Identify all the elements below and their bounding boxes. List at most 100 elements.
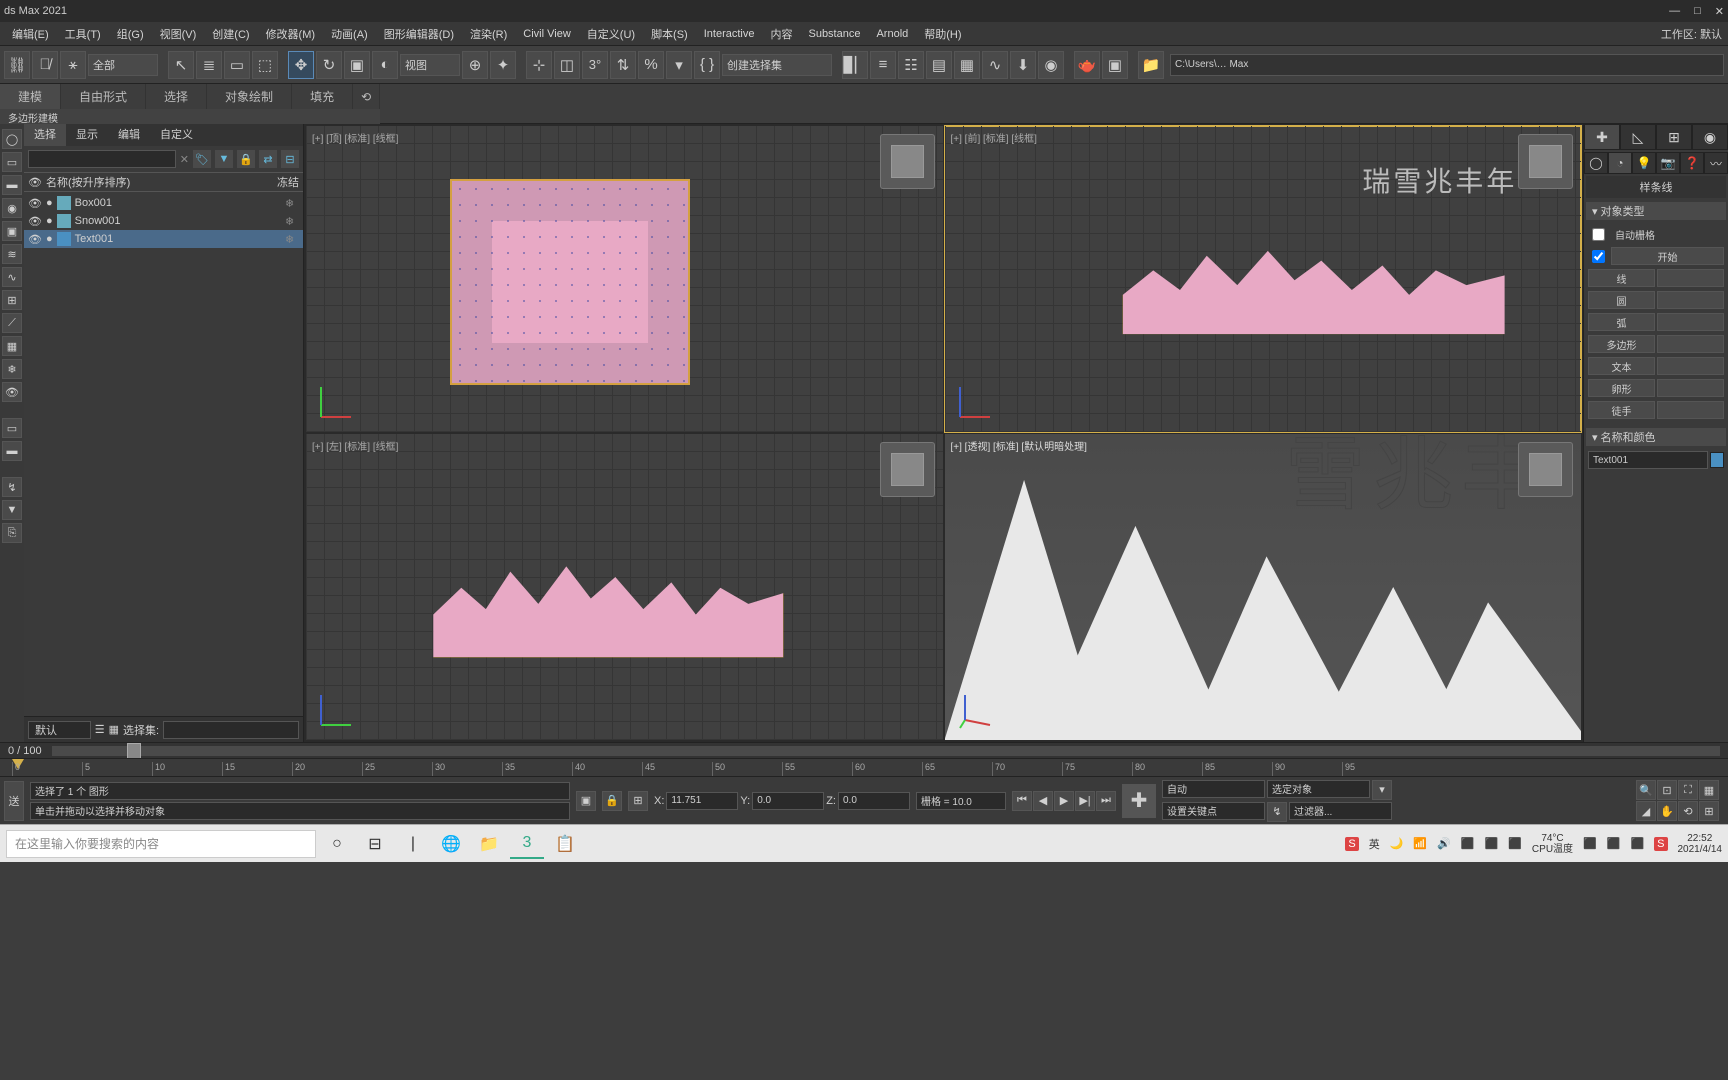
goto-start-icon[interactable]: ⏮ bbox=[1012, 791, 1032, 811]
flyout-icon[interactable]: ▾ bbox=[666, 51, 692, 79]
x-coord-field[interactable]: 11.751 bbox=[666, 792, 738, 810]
visibility-dot-icon[interactable]: ● bbox=[46, 233, 53, 245]
menu-modifiers[interactable]: 修改器(M) bbox=[260, 24, 322, 44]
se-col-name[interactable]: 名称(按升序排序) bbox=[46, 174, 277, 190]
filter-helpers-icon[interactable]: ≋ bbox=[2, 244, 22, 264]
viewport-top[interactable]: [+] [顶] [标准] [线框] bbox=[306, 126, 943, 432]
tray-app7-icon[interactable]: S bbox=[1654, 837, 1667, 851]
btn-r6[interactable] bbox=[1657, 379, 1724, 397]
btn-r2[interactable] bbox=[1657, 291, 1724, 309]
close-icon[interactable]: ✕ bbox=[1715, 5, 1724, 18]
bind-spacewarp-icon[interactable]: ⚹ bbox=[60, 51, 86, 79]
sub-geometry-icon[interactable]: ◯ bbox=[1584, 152, 1608, 174]
abs-rel-icon[interactable]: ⊞ bbox=[628, 791, 648, 811]
menu-interactive[interactable]: Interactive bbox=[698, 26, 761, 42]
select-object-icon[interactable]: ↖ bbox=[168, 51, 194, 79]
filter-container-icon[interactable]: ▦ bbox=[2, 336, 22, 356]
persp-geometry[interactable] bbox=[945, 434, 1582, 740]
se-tab-display[interactable]: 显示 bbox=[66, 124, 108, 146]
rollout-object-type[interactable]: 对象类型 bbox=[1586, 202, 1726, 220]
percent-icon[interactable]: % bbox=[638, 51, 664, 79]
keyfilter-selected[interactable]: 选定对象 bbox=[1267, 780, 1370, 798]
visibility-dot-icon[interactable]: ● bbox=[46, 215, 53, 227]
category-dropdown[interactable]: 样条线 bbox=[1586, 176, 1726, 198]
rollout-name-color[interactable]: 名称和颜色 bbox=[1586, 428, 1726, 446]
menu-grapheditors[interactable]: 图形编辑器(D) bbox=[378, 24, 460, 44]
filter-hidden-icon[interactable]: 👁 bbox=[2, 382, 22, 402]
viewport-perspective[interactable]: [+] [透视] [标准] [默认明暗处理] 雪兆丰 bbox=[945, 434, 1582, 740]
align-icon[interactable]: ≡ bbox=[870, 51, 896, 79]
visibility-dot-icon[interactable]: ● bbox=[46, 197, 53, 209]
ime-indicator[interactable]: 英 bbox=[1369, 836, 1380, 852]
snowflake-icon[interactable]: ❄ bbox=[285, 197, 299, 210]
sub-lights-icon[interactable]: 💡 bbox=[1632, 152, 1656, 174]
filter-groups-icon[interactable]: ⊞ bbox=[2, 290, 22, 310]
sub-cameras-icon[interactable]: 📷 bbox=[1656, 152, 1680, 174]
rectangle-select-icon[interactable]: ▭ bbox=[224, 51, 250, 79]
cp-tab-modify[interactable]: ◺ bbox=[1620, 124, 1656, 150]
layers-icon[interactable]: ☷ bbox=[898, 51, 924, 79]
filter-lights-icon[interactable]: ◉ bbox=[2, 198, 22, 218]
zoom-all-icon[interactable]: ⊡ bbox=[1657, 780, 1677, 800]
open-folder-icon[interactable]: 📁 bbox=[1138, 51, 1164, 79]
tray-volume-icon[interactable]: 🔊 bbox=[1437, 837, 1451, 850]
btn-r7[interactable] bbox=[1657, 401, 1724, 419]
layers-stack-icon[interactable]: ☰ bbox=[95, 723, 105, 736]
link-icon[interactable]: ⛓ bbox=[4, 51, 30, 79]
next-frame-icon[interactable]: ▶| bbox=[1075, 791, 1095, 811]
time-slider[interactable] bbox=[52, 746, 1720, 756]
key-options-icon[interactable]: ▾ bbox=[1372, 780, 1392, 800]
viewcube[interactable] bbox=[1518, 134, 1573, 189]
line-button[interactable]: 线 bbox=[1588, 269, 1655, 287]
scene-item-snow001[interactable]: 👁 ● Snow001 ❄ bbox=[24, 212, 303, 230]
filter-all-icon[interactable]: ◯ bbox=[2, 129, 22, 149]
unlink-icon[interactable]: ⛓̸ bbox=[32, 51, 58, 79]
window-crossing-icon[interactable]: ⬚ bbox=[252, 51, 278, 79]
visibility-icon[interactable]: 👁 bbox=[28, 197, 42, 210]
menu-views[interactable]: 视图(V) bbox=[154, 24, 203, 44]
snap-toggle-icon[interactable]: ⊹ bbox=[526, 51, 552, 79]
se-tab-customize[interactable]: 自定义 bbox=[150, 124, 203, 146]
app-icon[interactable]: 📋 bbox=[548, 829, 582, 859]
render-setup-icon[interactable]: 🫖 bbox=[1074, 51, 1100, 79]
selection-scope-dropdown[interactable]: 全部 bbox=[88, 54, 158, 76]
prev-frame-icon[interactable]: ◀ bbox=[1033, 791, 1053, 811]
sub-shapes-icon[interactable]: ◔ bbox=[1608, 152, 1632, 174]
clear-search-icon[interactable]: ✕ bbox=[180, 153, 189, 166]
viewport-left[interactable]: [+] [左] [标准] [线框] bbox=[306, 434, 943, 740]
toggle-ribbon-icon[interactable]: ▦ bbox=[954, 51, 980, 79]
se-tab-edit[interactable]: 编辑 bbox=[108, 124, 150, 146]
text-button[interactable]: 文本 bbox=[1588, 357, 1655, 375]
filter-frozen-icon[interactable]: ❄ bbox=[2, 359, 22, 379]
curve-editor-open-icon[interactable]: ∿ bbox=[982, 51, 1008, 79]
chrome-icon[interactable]: 🌐 bbox=[434, 829, 468, 859]
search-filter-icon[interactable]: 🏷 bbox=[193, 150, 211, 168]
cp-tab-motion[interactable]: ◉ bbox=[1692, 124, 1728, 150]
tray-app2-icon[interactable]: ⬛ bbox=[1485, 837, 1499, 850]
select-children-icon[interactable]: ⎘ bbox=[2, 523, 22, 543]
ribbon-tab-objectpaint[interactable]: 对象绘制 bbox=[207, 84, 292, 109]
se-tab-select[interactable]: 选择 bbox=[24, 124, 66, 146]
zoom-extents-icon[interactable]: ⛶ bbox=[1678, 780, 1698, 800]
viewcube[interactable] bbox=[1518, 442, 1573, 497]
y-coord-field[interactable]: 0.0 bbox=[752, 792, 824, 810]
tray-app1-icon[interactable]: ⬛ bbox=[1461, 837, 1475, 850]
menu-customize[interactable]: 自定义(U) bbox=[581, 24, 641, 44]
arc-button[interactable]: 弧 bbox=[1588, 313, 1655, 331]
minimize-icon[interactable]: — bbox=[1669, 5, 1680, 18]
cp-tab-create[interactable]: ✚ bbox=[1584, 124, 1620, 150]
menu-tools[interactable]: 工具(T) bbox=[59, 24, 107, 44]
fov-icon[interactable]: ◢ bbox=[1636, 801, 1656, 821]
collapse-icon[interactable]: ⊟ bbox=[281, 150, 299, 168]
tray-wifi-icon[interactable]: 📶 bbox=[1413, 837, 1427, 850]
select-filter-icon[interactable]: ▼ bbox=[2, 500, 22, 520]
placement-icon[interactable]: ◐ bbox=[372, 51, 398, 79]
orbit-icon[interactable]: ⟲ bbox=[1678, 801, 1698, 821]
timeline-ruler[interactable]: 0 5 10 15 20 25 30 35 40 45 50 55 60 65 … bbox=[0, 758, 1728, 776]
cp-tab-hierarchy[interactable]: ⊞ bbox=[1656, 124, 1692, 150]
pan-icon[interactable]: ✋ bbox=[1657, 801, 1677, 821]
scene-item-box001[interactable]: 👁 ● Box001 ❄ bbox=[24, 194, 303, 212]
mirror-icon[interactable]: ▊▏ bbox=[842, 51, 868, 79]
ribbon-tab-freeform[interactable]: 自由形式 bbox=[61, 84, 146, 109]
menu-create[interactable]: 创建(C) bbox=[206, 24, 255, 44]
